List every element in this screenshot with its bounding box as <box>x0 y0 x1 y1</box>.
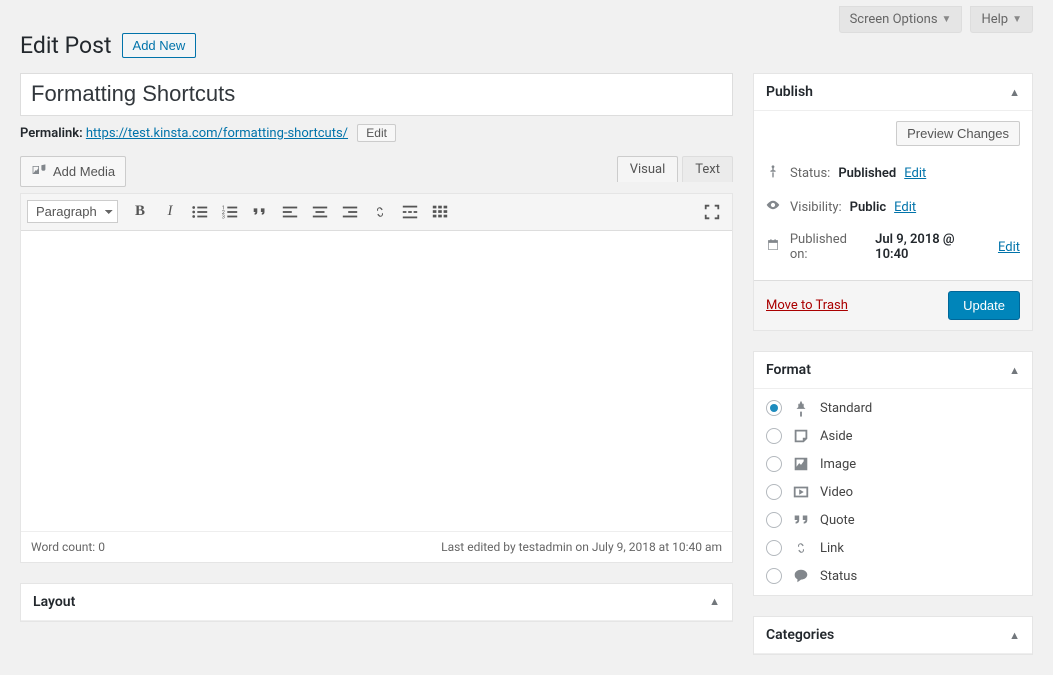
permalink-row: Permalink: https://test.kinsta.com/forma… <box>20 124 733 142</box>
format-label: Standard <box>820 401 872 416</box>
radio-icon <box>766 484 782 500</box>
help-tab[interactable]: Help ▼ <box>970 6 1033 33</box>
editor-content-area[interactable] <box>21 231 732 531</box>
svg-text:3: 3 <box>222 214 225 220</box>
link-icon <box>792 539 810 557</box>
radio-icon <box>766 568 782 584</box>
format-label: Image <box>820 457 856 472</box>
radio-icon <box>766 512 782 528</box>
preview-button[interactable]: Preview Changes <box>896 121 1020 146</box>
align-center-button[interactable] <box>306 198 334 226</box>
format-label: Link <box>820 541 844 556</box>
collapse-icon[interactable]: ▲ <box>1009 86 1020 99</box>
last-edited: Last edited by testadmin on July 9, 2018… <box>441 540 722 554</box>
format-label: Aside <box>820 429 853 444</box>
format-box: Format ▲ Standard Aside <box>753 351 1033 596</box>
publish-box: Publish ▲ Preview Changes Status: Publis… <box>753 73 1033 331</box>
radio-icon <box>766 540 782 556</box>
published-label: Published on: <box>790 232 867 262</box>
align-right-button[interactable] <box>336 198 364 226</box>
permalink-link[interactable]: https://test.kinsta.com/formatting-short… <box>86 126 348 141</box>
add-media-label: Add Media <box>53 164 115 179</box>
visibility-value: Public <box>850 200 886 215</box>
format-title: Format <box>766 362 811 378</box>
chevron-down-icon: ▼ <box>942 14 952 25</box>
word-count: Word count: 0 <box>31 540 105 554</box>
status-edit-link[interactable]: Edit <box>904 166 926 181</box>
add-media-button[interactable]: Add Media <box>20 156 126 187</box>
bullet-list-button[interactable] <box>186 198 214 226</box>
read-more-button[interactable] <box>396 198 424 226</box>
add-new-button[interactable]: Add New <box>122 33 197 58</box>
move-to-trash-link[interactable]: Move to Trash <box>766 298 848 313</box>
link-button[interactable] <box>366 198 394 226</box>
image-icon <box>792 455 810 473</box>
format-label: Quote <box>820 513 855 528</box>
blockquote-button[interactable] <box>246 198 274 226</box>
format-aside[interactable]: Aside <box>766 427 1020 445</box>
format-quote[interactable]: Quote <box>766 511 1020 529</box>
pin-icon <box>766 164 782 182</box>
numbered-list-button[interactable]: 123 <box>216 198 244 226</box>
quote-icon <box>792 511 810 529</box>
format-status[interactable]: Status <box>766 567 1020 585</box>
page-title: Edit Post <box>20 32 112 59</box>
video-icon <box>792 483 810 501</box>
published-value: Jul 9, 2018 @ 10:40 <box>875 232 990 262</box>
aside-icon <box>792 427 810 445</box>
chevron-down-icon: ▼ <box>1012 14 1022 25</box>
screen-options-tab[interactable]: Screen Options ▼ <box>839 6 963 33</box>
help-label: Help <box>981 12 1008 27</box>
radio-icon <box>766 456 782 472</box>
visual-tab[interactable]: Visual <box>617 156 679 182</box>
update-button[interactable]: Update <box>948 291 1020 320</box>
publish-title: Publish <box>766 84 813 100</box>
published-edit-link[interactable]: Edit <box>998 240 1020 255</box>
eye-icon <box>766 198 782 216</box>
editor-box: Paragraph B I 123 Word <box>20 193 733 563</box>
toolbar-toggle-button[interactable] <box>426 198 454 226</box>
layout-box-title: Layout <box>33 594 75 610</box>
radio-icon <box>766 400 782 416</box>
collapse-icon[interactable]: ▲ <box>709 595 720 608</box>
status-icon <box>792 567 810 585</box>
screen-options-label: Screen Options <box>850 12 938 27</box>
visibility-edit-link[interactable]: Edit <box>894 200 916 215</box>
collapse-icon[interactable]: ▲ <box>1009 629 1020 642</box>
align-left-button[interactable] <box>276 198 304 226</box>
bold-button[interactable]: B <box>126 198 154 226</box>
status-label: Status: <box>790 166 830 181</box>
permalink-label: Permalink: <box>20 126 83 141</box>
italic-button[interactable]: I <box>156 198 184 226</box>
radio-icon <box>766 428 782 444</box>
status-value: Published <box>838 166 896 181</box>
permalink-edit-button[interactable]: Edit <box>357 124 396 142</box>
camera-music-icon <box>31 162 47 181</box>
format-label: Video <box>820 485 853 500</box>
collapse-icon[interactable]: ▲ <box>1009 364 1020 377</box>
visibility-label: Visibility: <box>790 200 842 215</box>
categories-box: Categories ▲ <box>753 616 1033 655</box>
post-title-input[interactable] <box>20 73 733 116</box>
editor-toolbar: Paragraph B I 123 <box>21 194 732 231</box>
paragraph-select[interactable]: Paragraph <box>27 200 118 223</box>
format-label: Status <box>820 569 857 584</box>
categories-title: Categories <box>766 627 834 643</box>
fullscreen-button[interactable] <box>698 198 726 226</box>
format-video[interactable]: Video <box>766 483 1020 501</box>
format-standard[interactable]: Standard <box>766 399 1020 417</box>
format-image[interactable]: Image <box>766 455 1020 473</box>
text-tab[interactable]: Text <box>682 156 733 182</box>
format-link[interactable]: Link <box>766 539 1020 557</box>
pin-icon <box>792 399 810 417</box>
calendar-icon <box>766 238 782 256</box>
